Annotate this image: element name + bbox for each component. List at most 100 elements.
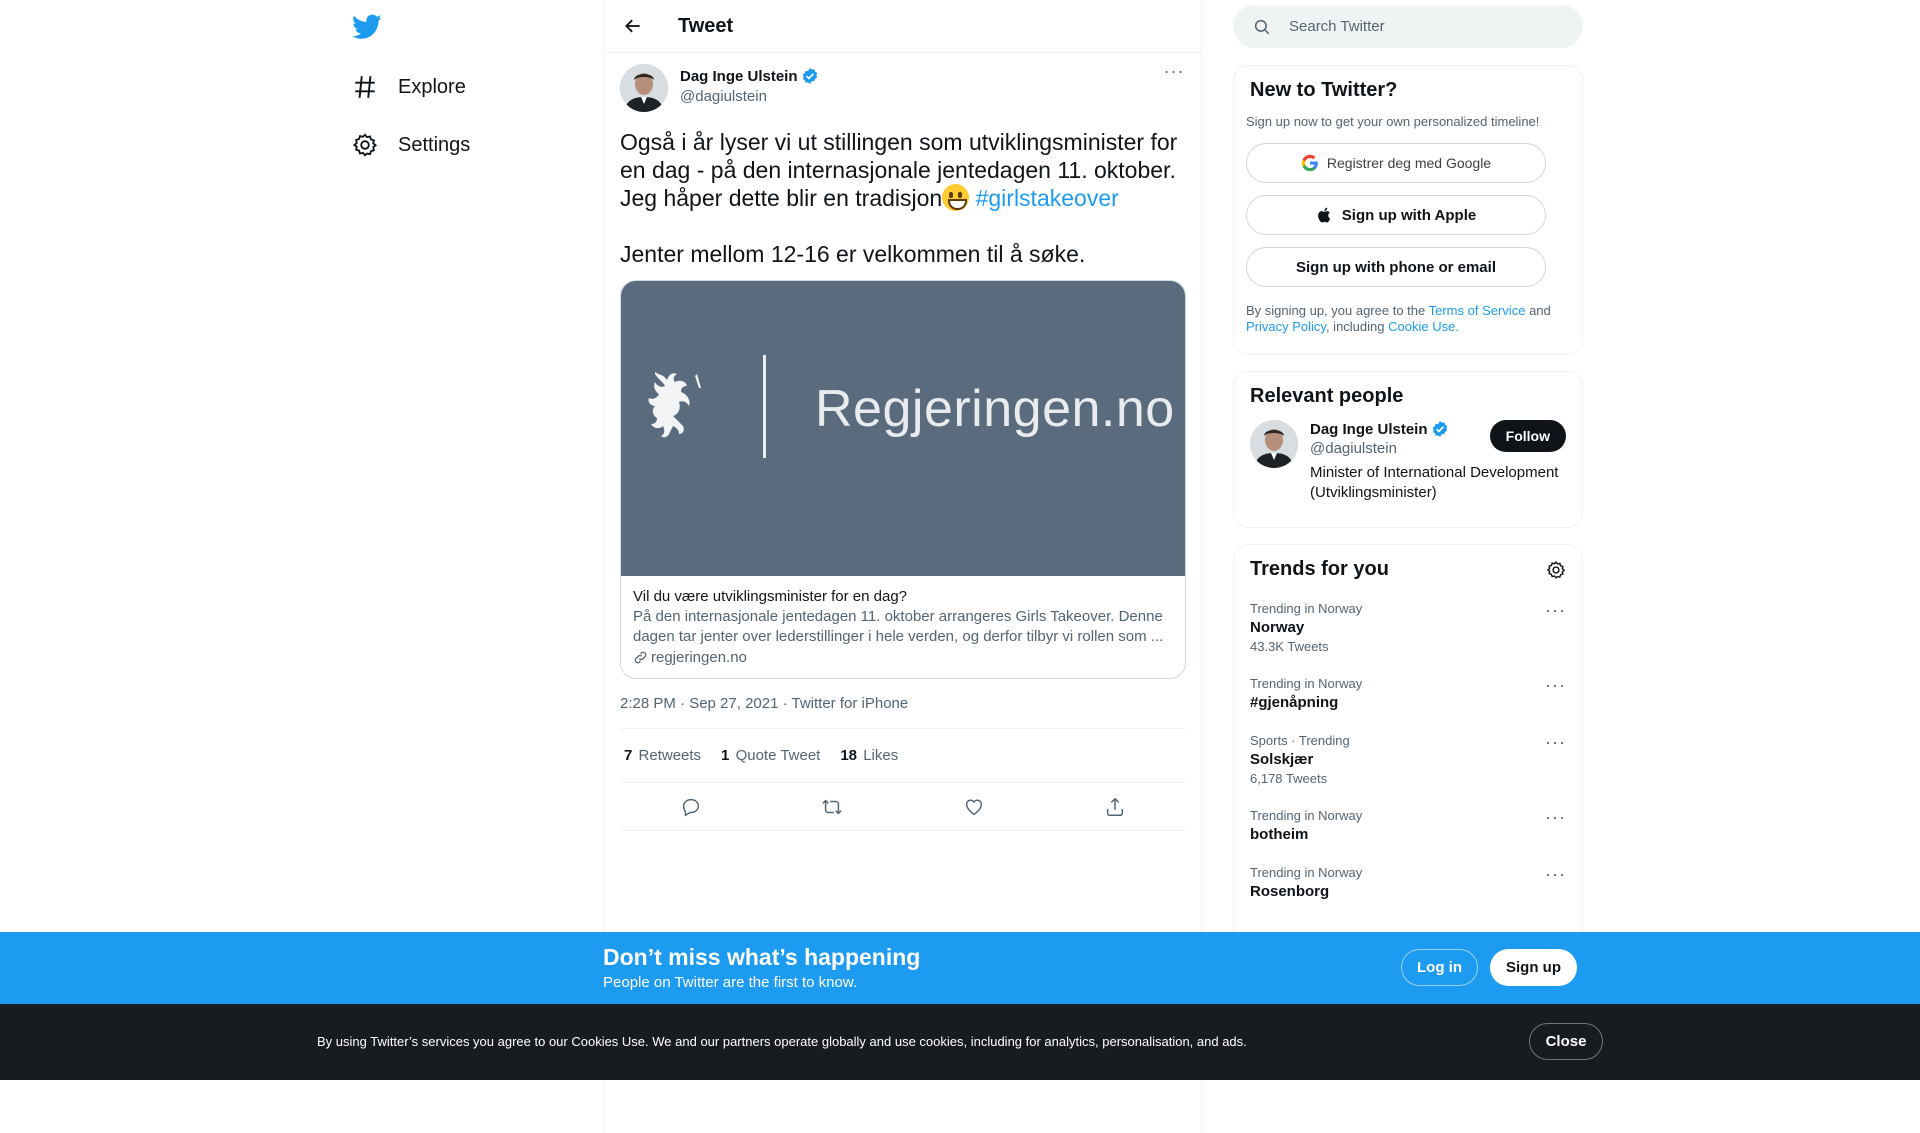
phone-email-signup-button[interactable]: Sign up with phone or email: [1246, 247, 1546, 287]
retweets-label: Retweets: [638, 747, 702, 764]
login-button[interactable]: Log in: [1401, 949, 1478, 986]
trend-item[interactable]: Trending in Norway Rosenborg ···: [1234, 865, 1582, 900]
nav-settings-label: Settings: [398, 133, 471, 156]
apple-logo-icon: [1317, 207, 1330, 223]
trends-panel: Trends for you Trending in Norway Norway…: [1233, 544, 1583, 964]
trend-name: Norway: [1250, 619, 1305, 636]
back-button[interactable]: [616, 9, 650, 43]
apple-signup-button[interactable]: Sign up with Apple: [1246, 195, 1546, 235]
google-logo-icon: [1301, 154, 1318, 172]
trend-context: Trending in Norway: [1250, 601, 1363, 616]
trend-count: 43.3K Tweets: [1250, 639, 1329, 654]
trend-context: Trending in Norway: [1250, 808, 1363, 823]
trend-name: #gjenåpning: [1250, 694, 1339, 711]
coat-of-arms-icon: [648, 372, 701, 438]
google-signup-button[interactable]: Registrer deg med Google: [1246, 143, 1546, 183]
cookie-use-link[interactable]: Cookie Use.: [1388, 319, 1459, 334]
quotes-count: 1: [721, 747, 730, 764]
reply-icon[interactable]: [680, 796, 702, 818]
trend-item[interactable]: Trending in Norway #gjenåpning ···: [1234, 676, 1582, 711]
quotes-label: Quote Tweet: [735, 747, 821, 764]
tweet-actions: [620, 783, 1186, 831]
card-body: Vil du være utviklingsminister for en da…: [621, 576, 1185, 678]
likes-label: Likes: [863, 747, 899, 764]
relevant-person[interactable]: Dag Inge Ulstein @dagiulstein Minister o…: [1234, 408, 1582, 515]
likes-count: 18: [840, 747, 858, 764]
gear-icon: [352, 133, 378, 157]
follow-button[interactable]: Follow: [1489, 420, 1566, 452]
signup-banner: Don’t miss what’s happening People on Tw…: [0, 932, 1920, 1004]
avatar[interactable]: [620, 64, 668, 112]
link-icon: [634, 651, 647, 664]
more-options-icon[interactable]: ···: [1545, 808, 1566, 826]
more-options-icon[interactable]: ···: [1545, 865, 1566, 883]
verified-badge-icon: [1432, 421, 1447, 437]
tweet-text: Også i år lyser vi ut stillingen som utv…: [620, 128, 1186, 212]
gear-icon[interactable]: [1546, 560, 1566, 580]
retweets-count: 7: [624, 747, 633, 764]
privacy-link[interactable]: Privacy Policy: [1246, 319, 1326, 334]
relevant-person-bio: Minister of International Development (U…: [1310, 464, 1559, 501]
hashtag-link[interactable]: #girlstakeover: [976, 185, 1119, 211]
card-image-divider: [763, 355, 766, 458]
author-name[interactable]: Dag Inge Ulstein: [680, 67, 819, 85]
more-options-icon[interactable]: ···: [1545, 676, 1566, 694]
close-button[interactable]: Close: [1529, 1023, 1603, 1060]
relevant-people-title: Relevant people: [1250, 385, 1404, 407]
nav-explore-label: Explore: [398, 75, 466, 98]
cookie-bar: By using Twitter’s services you agree to…: [0, 1004, 1920, 1080]
banner-title: Don’t miss what’s happening: [603, 944, 921, 970]
search-input[interactable]: Search Twitter: [1233, 5, 1583, 48]
retweets-stat[interactable]: 7 Retweets: [624, 747, 701, 764]
nav-explore[interactable]: Explore: [352, 67, 466, 107]
signup-button[interactable]: Sign up: [1490, 949, 1577, 986]
legal-and: and: [1529, 303, 1551, 318]
retweet-icon[interactable]: [821, 796, 843, 818]
link-card[interactable]: Regjeringen.no Vil du være utviklingsmin…: [620, 280, 1186, 679]
author-name-text: Dag Inge Ulstein: [680, 67, 798, 85]
banner-subtitle: People on Twitter are the first to know.: [603, 974, 858, 991]
trend-name: botheim: [1250, 826, 1309, 843]
terms-link[interactable]: Terms of Service: [1429, 303, 1526, 318]
card-link: regjeringen.no: [633, 649, 1173, 666]
quote-tweets-stat[interactable]: 1 Quote Tweet: [721, 747, 820, 764]
card-brand-text: Regjeringen.no: [815, 380, 1175, 438]
search-placeholder: Search Twitter: [1289, 18, 1385, 35]
share-icon[interactable]: [1104, 796, 1126, 818]
card-image: Regjeringen.no: [621, 281, 1185, 576]
arrow-left-icon: [625, 19, 640, 33]
main-header: Tweet: [604, 0, 1201, 53]
avatar-image: [1250, 420, 1298, 468]
trends-title: Trends for you: [1250, 558, 1389, 580]
avatar[interactable]: [1250, 420, 1298, 468]
trend-item[interactable]: Sports · Trending Solskjær 6,178 Tweets …: [1234, 733, 1582, 786]
trend-name: Solskjær: [1250, 751, 1314, 768]
new-to-twitter-title: New to Twitter?: [1250, 79, 1398, 101]
tweet-meta: 2:28 PM · Sep 27, 2021 · Twitter for iPh…: [620, 695, 1186, 729]
apple-signup-label: Sign up with Apple: [1341, 206, 1477, 224]
author-handle[interactable]: @dagiulstein: [680, 88, 819, 105]
like-heart-icon[interactable]: [963, 796, 985, 818]
author-names: Dag Inge Ulstein @dagiulstein: [680, 67, 819, 105]
trend-item[interactable]: Trending in Norway Norway 43.3K Tweets ·…: [1234, 601, 1582, 654]
trend-context: Sports · Trending: [1250, 733, 1350, 748]
new-to-twitter-panel: New to Twitter? Sign up now to get your …: [1233, 65, 1583, 355]
likes-stat[interactable]: 18 Likes: [840, 747, 898, 764]
more-options-icon[interactable]: ···: [1162, 62, 1186, 88]
trends-header: Trends for you: [1234, 545, 1582, 581]
card-title: Vil du være utviklingsminister for en da…: [633, 588, 908, 605]
card-description: På den internasjonale jentedagen 11. okt…: [633, 608, 1164, 645]
cookie-text: By using Twitter’s services you agree to…: [317, 1034, 1247, 1049]
hashtag-icon: [355, 76, 375, 98]
avatar-image: [620, 64, 668, 112]
nav-settings[interactable]: Settings: [352, 125, 470, 165]
trend-context: Trending in Norway: [1250, 865, 1363, 880]
twitter-bird-icon[interactable]: [352, 14, 382, 40]
more-options-icon[interactable]: ···: [1545, 601, 1566, 619]
more-options-icon[interactable]: ···: [1545, 733, 1566, 751]
legal-including: , including: [1325, 319, 1385, 334]
page-title: Tweet: [678, 14, 734, 37]
trend-item[interactable]: Trending in Norway botheim ···: [1234, 808, 1582, 843]
relevant-people-panel: Relevant people Dag Inge Ulstein @dagiul…: [1233, 371, 1583, 528]
google-signup-label: Registrer deg med Google: [1326, 155, 1492, 171]
